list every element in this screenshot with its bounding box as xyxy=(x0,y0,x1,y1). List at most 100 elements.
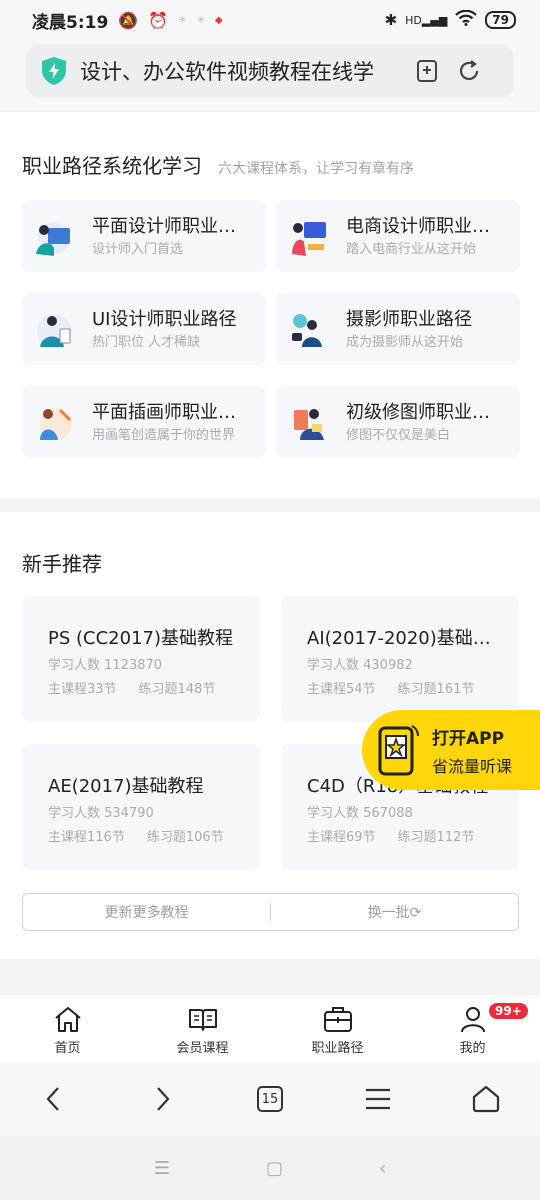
more-courses-button[interactable]: 更新更多教程 xyxy=(23,902,270,922)
retoucher-illustration-icon xyxy=(294,409,324,440)
path-card-retoucher[interactable]: 初级修图师职业… 修图不仅仅是美白 xyxy=(276,386,520,458)
back-button[interactable] xyxy=(34,1079,74,1119)
home-icon xyxy=(54,1007,81,1032)
browser-home-button[interactable] xyxy=(466,1079,506,1119)
recent-apps-button[interactable]: ☰ xyxy=(154,1158,170,1179)
path-desc: 修图不仅仅是美白 xyxy=(346,428,451,443)
career-paths-title: 职业路径系统化学习 xyxy=(22,154,202,178)
photographer-illustration-icon xyxy=(292,314,322,347)
notification-dot-icon: ✳ xyxy=(178,14,187,26)
course-card-ps[interactable]: PS (CC2017)基础教程 学习人数 1123870 主课程33节 练习题1… xyxy=(22,596,260,722)
path-card-ui-designer[interactable]: UI设计师职业路径 热门职位 人才稀缺 xyxy=(22,293,266,365)
path-title: 平面设计师职业… xyxy=(92,216,236,237)
course-meta: 主课程116节 练习题106节 xyxy=(48,826,224,845)
system-back-button[interactable]: ‹ xyxy=(379,1158,386,1179)
course-card-ai[interactable]: AI(2017-2020)基础… 学习人数 430982 主课程54节 练习题1… xyxy=(281,596,519,722)
path-card-photographer[interactable]: 摄影师职业路径 成为摄影师从这开始 xyxy=(276,293,520,365)
chevron-left-icon xyxy=(46,1087,59,1111)
path-desc: 热门职位 人才稀缺 xyxy=(92,335,201,350)
course-lessons: 主课程33节 xyxy=(48,682,117,697)
path-desc: 踏入电商行业从这开始 xyxy=(346,242,477,257)
beginner-title: 新手推荐 xyxy=(22,552,102,576)
bookmark-add-icon xyxy=(417,60,437,82)
path-desc: 设计师入门首选 xyxy=(92,242,184,257)
path-title: UI设计师职业路径 xyxy=(92,309,237,330)
wifi-icon xyxy=(455,9,478,30)
tab-label: 职业路径 xyxy=(311,1041,364,1056)
hamburger-menu-icon xyxy=(366,1088,390,1110)
path-title: 电商设计师职业… xyxy=(346,216,490,237)
course-learners: 学习人数 430982 xyxy=(307,658,413,673)
notification-app-icon: ✳ xyxy=(196,14,205,26)
bottom-tab-bar: 首页 会员课程 职业路径 我的 99+ xyxy=(0,994,540,1062)
career-paths-header: 职业路径系统化学习 六大课程体系，让学习有章有序 xyxy=(22,150,414,179)
promo-line1: 打开APP xyxy=(432,728,505,749)
system-home-button[interactable]: ▢ xyxy=(266,1158,283,1179)
signal-icon: HD▂▄▆ xyxy=(405,13,448,27)
tab-label: 会员课程 xyxy=(176,1041,229,1056)
graphic-designer-illustration-icon xyxy=(36,222,70,256)
career-paths-section: 职业路径系统化学习 六大课程体系，让学习有章有序 平面设计师职业… 设计师入门首… xyxy=(0,112,540,498)
open-book-icon xyxy=(188,1009,217,1031)
reload-button[interactable] xyxy=(456,58,482,84)
course-learners: 学习人数 1123870 xyxy=(48,658,163,673)
status-right: ✱ HD▂▄▆ 79 xyxy=(384,9,516,30)
course-lessons: 主课程116节 xyxy=(48,830,125,845)
path-card-ecommerce-designer[interactable]: 电商设计师职业… 踏入电商行业从这开始 xyxy=(276,200,520,272)
address-area: 设计、办公软件视频教程在线学 xyxy=(0,40,540,110)
address-text[interactable]: 设计、办公软件视频教程在线学 xyxy=(80,56,398,86)
promo-line2: 省流量听课 xyxy=(432,756,513,776)
tab-label: 我的 xyxy=(459,1041,486,1056)
path-title: 平面插画师职业… xyxy=(92,402,236,423)
tab-profile[interactable]: 我的 99+ xyxy=(405,995,540,1062)
forward-button[interactable] xyxy=(142,1079,182,1119)
course-title: PS (CC2017)基础教程 xyxy=(48,628,233,649)
illustrator-illustration-icon xyxy=(40,408,72,440)
bluetooth-icon: ✱ xyxy=(384,11,398,29)
more-courses-bar: 更新更多教程 换一批⟳ xyxy=(22,893,519,931)
course-title: AE(2017)基础教程 xyxy=(48,776,204,797)
status-time: 凌晨5:19 xyxy=(32,12,109,33)
course-lessons: 主课程69节 xyxy=(307,830,376,845)
path-desc: 用画笔创造属于你的世界 xyxy=(92,428,236,443)
course-exercises: 练习题148节 xyxy=(138,682,216,697)
course-exercises: 练习题106节 xyxy=(146,830,224,845)
ecommerce-designer-illustration-icon xyxy=(292,222,326,256)
notification-icons: 🔕 ⏰ ✳ ✳ ◆ xyxy=(118,11,222,30)
path-title: 摄影师职业路径 xyxy=(346,309,472,330)
notification-badge: 99+ xyxy=(487,1001,530,1021)
security-shield-icon xyxy=(42,57,66,85)
chevron-right-icon xyxy=(157,1087,170,1111)
open-app-promo[interactable]: 打开APP 省流量听课 xyxy=(362,710,540,790)
address-bar[interactable]: 设计、办公软件视频教程在线学 xyxy=(26,44,514,98)
career-paths-subtitle: 六大课程体系，让学习有章有序 xyxy=(218,161,414,177)
course-exercises: 练习题161节 xyxy=(397,682,475,697)
course-card-ae[interactable]: AE(2017)基础教程 学习人数 534790 主课程116节 练习题106节 xyxy=(22,744,260,870)
refresh-batch-button[interactable]: 换一批⟳ xyxy=(271,902,518,922)
tab-career-path[interactable]: 职业路径 xyxy=(270,995,405,1062)
course-lessons: 主课程54节 xyxy=(307,682,376,697)
briefcase-icon xyxy=(323,1007,352,1032)
tab-member-courses[interactable]: 会员课程 xyxy=(135,995,270,1062)
course-title: AI(2017-2020)基础… xyxy=(307,628,491,649)
tab-home[interactable]: 首页 xyxy=(0,995,135,1062)
path-card-graphic-designer[interactable]: 平面设计师职业… 设计师入门首选 xyxy=(22,200,266,272)
bookmark-button[interactable] xyxy=(414,58,440,84)
phone-star-icon xyxy=(378,725,419,776)
notification-red-icon: ◆ xyxy=(214,14,223,26)
mute-bell-icon: 🔕 xyxy=(118,10,139,30)
course-exercises: 练习题112节 xyxy=(397,830,475,845)
tabs-button[interactable]: 15 xyxy=(250,1079,290,1119)
course-meta: 主课程33节 练习题148节 xyxy=(48,678,215,697)
tab-count: 15 xyxy=(257,1086,283,1112)
alarm-icon: ⏰ xyxy=(148,10,169,30)
path-card-illustrator[interactable]: 平面插画师职业… 用画笔创造属于你的世界 xyxy=(22,386,266,458)
path-desc: 成为摄影师从这开始 xyxy=(346,335,464,350)
course-meta: 主课程69节 练习题112节 xyxy=(307,826,474,845)
menu-button[interactable] xyxy=(358,1079,398,1119)
status-bar: 凌晨5:19 🔕 ⏰ ✳ ✳ ◆ ✱ HD▂▄▆ 79 xyxy=(0,0,540,40)
system-navigation: ☰ ▢ ‹ xyxy=(0,1136,540,1200)
browser-toolbar: 15 xyxy=(0,1062,540,1136)
tab-label: 首页 xyxy=(54,1041,81,1056)
user-icon xyxy=(460,1007,485,1033)
